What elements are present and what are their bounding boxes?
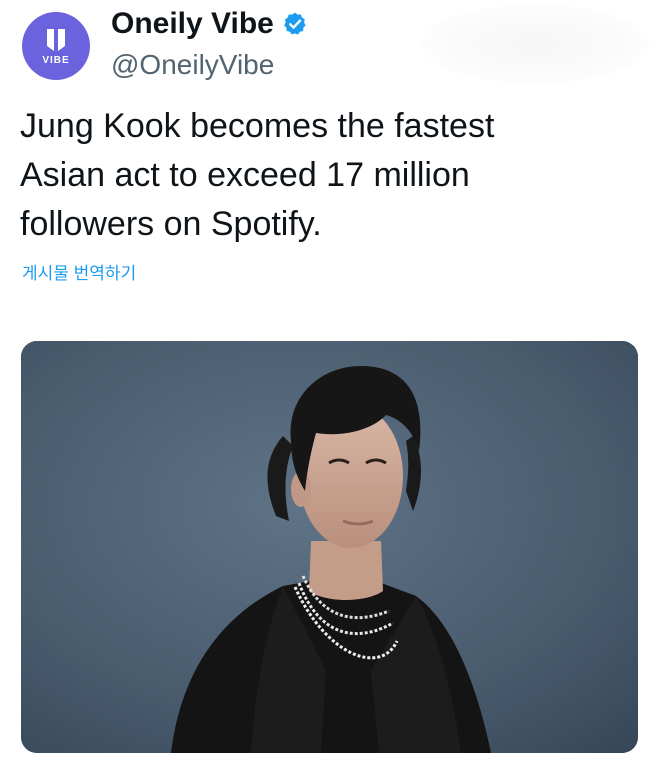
translate-post-link[interactable]: 게시물 번역하기 bbox=[22, 262, 136, 286]
verified-badge-icon bbox=[284, 12, 306, 35]
display-name[interactable]: Oneily Vibe bbox=[111, 6, 274, 42]
redacted-area bbox=[420, 4, 650, 84]
tweet-text-line: followers on Spotify. bbox=[20, 205, 322, 243]
vibe-logo-icon bbox=[47, 28, 65, 51]
handle[interactable]: @OneilyVibe bbox=[111, 48, 274, 82]
avatar[interactable]: VIBE bbox=[22, 12, 90, 80]
tweet-card: VIBE Oneily Vibe @OneilyVibe Jung Kook b… bbox=[0, 0, 658, 769]
tweet-text-line: Jung Kook becomes the fastest bbox=[20, 107, 495, 145]
tweet-text-line: Asian act to exceed 17 million bbox=[20, 156, 470, 194]
tweet-text: Jung Kook becomes the fastest Asian act … bbox=[20, 102, 640, 249]
portrait-photo-icon bbox=[21, 341, 638, 753]
avatar-label: VIBE bbox=[42, 54, 70, 66]
tweet-media-photo[interactable] bbox=[21, 341, 638, 753]
author-name-row: Oneily Vibe bbox=[111, 6, 308, 42]
